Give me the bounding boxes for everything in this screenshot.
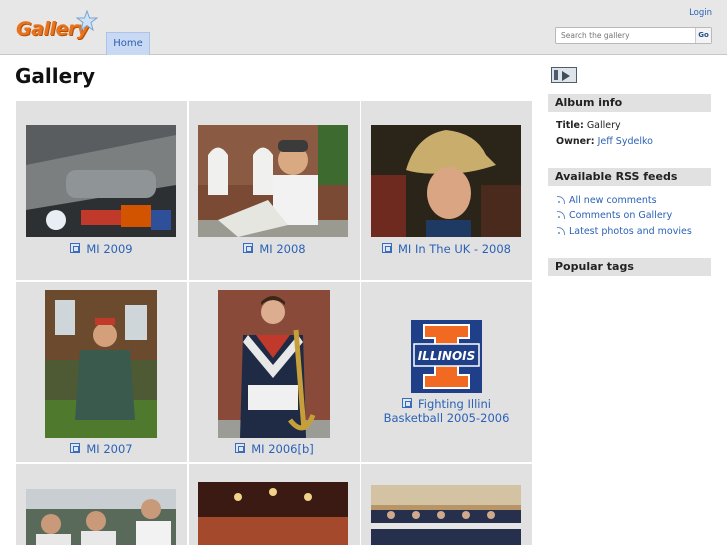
gallery-logo[interactable]: Gallery <box>14 10 98 46</box>
album-title[interactable]: MI 2007 <box>16 442 187 456</box>
album-icon <box>381 243 392 253</box>
album-icon <box>402 398 412 408</box>
album-thumbnail[interactable] <box>371 125 521 237</box>
album-icon <box>70 443 81 453</box>
rss-heading: Available RSS feeds <box>548 168 711 186</box>
album-title[interactable]: Fighting Illini Basketball 2005-2006 <box>361 397 532 425</box>
logo-star-icon <box>76 10 98 32</box>
slideshow-icon[interactable] <box>551 67 577 83</box>
album-cell[interactable]: MI In The UK - 2008 <box>361 101 532 280</box>
illinois-logo[interactable]: ILLINOIS <box>411 320 482 393</box>
album-thumbnail[interactable] <box>371 485 521 545</box>
album-cell[interactable]: MI 2006[b] <box>189 282 360 462</box>
album-icon <box>235 443 246 453</box>
rss-icon <box>557 211 565 219</box>
tab-home[interactable]: Home <box>106 32 150 55</box>
album-cell[interactable] <box>189 464 360 545</box>
album-thumbnail[interactable] <box>198 482 348 545</box>
rss-link-gallery-comments[interactable]: Comments on Gallery <box>557 210 672 221</box>
header: Gallery Login Go Home <box>0 0 727 55</box>
login-link[interactable]: Login <box>689 8 712 18</box>
album-title[interactable]: MI In The UK - 2008 <box>361 242 532 256</box>
album-cell[interactable]: MI 2008 <box>189 101 360 280</box>
album-cell[interactable]: ILLINOIS Fighting Illini Basketball 2005-… <box>361 282 532 462</box>
album-icon <box>70 243 81 253</box>
popular-tags-heading: Popular tags <box>548 258 711 276</box>
album-icon <box>243 243 254 253</box>
album-thumbnail[interactable] <box>26 489 176 545</box>
rss-link-all-comments[interactable]: All new comments <box>557 195 657 206</box>
album-cell[interactable] <box>16 464 187 545</box>
album-thumbnail[interactable] <box>45 290 157 438</box>
album-thumbnail[interactable] <box>26 125 176 237</box>
rss-icon <box>557 227 565 235</box>
album-info-heading: Album info <box>548 94 711 112</box>
page-title: Gallery <box>15 64 96 88</box>
search-box: Go <box>555 27 712 44</box>
album-cell[interactable]: MI 2007 <box>16 282 187 462</box>
album-grid: MI 2009 MI 2008 MI In The UK - 2008 MI 2… <box>16 101 532 545</box>
rss-link-latest-photos[interactable]: Latest photos and movies <box>557 226 692 237</box>
owner-link[interactable]: Jeff Sydelko <box>598 136 653 147</box>
album-title[interactable]: MI 2008 <box>189 242 360 256</box>
album-title[interactable]: MI 2006[b] <box>189 442 360 456</box>
album-title[interactable]: MI 2009 <box>16 242 187 256</box>
album-title-info: Title: Gallery <box>556 120 621 131</box>
illinois-logo-text: ILLINOIS <box>418 349 476 363</box>
search-input[interactable] <box>556 28 696 43</box>
rss-icon <box>557 196 565 204</box>
album-thumbnail[interactable] <box>218 290 330 438</box>
album-owner-info: Owner: Jeff Sydelko <box>556 136 653 147</box>
album-thumbnail[interactable] <box>198 125 348 237</box>
album-cell[interactable] <box>361 464 532 545</box>
search-button[interactable]: Go <box>695 28 711 43</box>
album-cell[interactable]: MI 2009 <box>16 101 187 280</box>
